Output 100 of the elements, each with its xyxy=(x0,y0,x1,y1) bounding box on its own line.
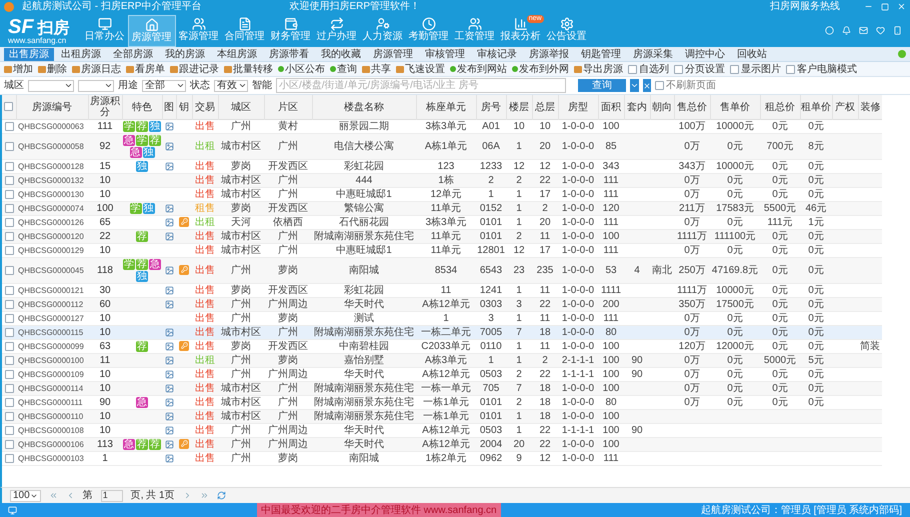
column-header[interactable]: 售单价 xyxy=(710,95,760,120)
row-checkbox[interactable] xyxy=(4,142,14,151)
table-cell[interactable]: QHBCSG0000045 xyxy=(16,258,88,284)
status-icon[interactable] xyxy=(825,26,834,35)
row-checkbox[interactable] xyxy=(4,122,14,131)
photo-icon[interactable] xyxy=(164,122,174,131)
option-checkbox[interactable] xyxy=(628,64,637,74)
use-select[interactable]: 全部 xyxy=(142,80,186,92)
toolbar-button[interactable]: 发布到网站 xyxy=(450,62,507,76)
refresh-icon[interactable] xyxy=(216,491,226,500)
column-header[interactable]: 交易 xyxy=(192,95,218,120)
row-checkbox[interactable] xyxy=(4,370,14,379)
toolbar-button[interactable]: 删除 xyxy=(38,62,67,76)
row-checkbox[interactable] xyxy=(4,246,14,255)
plugin-icon[interactable] xyxy=(898,50,906,58)
photo-icon[interactable] xyxy=(164,454,174,463)
phone-icon[interactable] xyxy=(893,26,902,35)
tab[interactable]: 钥匙管理 xyxy=(576,48,626,60)
toolbar-button[interactable]: 共享 xyxy=(362,62,391,76)
photo-icon[interactable] xyxy=(164,356,174,365)
row-checkbox[interactable] xyxy=(4,162,14,171)
photo-icon[interactable] xyxy=(164,398,174,407)
photo-icon[interactable] xyxy=(164,426,174,435)
table-cell[interactable]: QHBCSG0000127 xyxy=(16,312,88,326)
table-cell[interactable]: QHBCSG0000058 xyxy=(16,134,88,160)
table-cell[interactable]: QHBCSG0000120 xyxy=(16,230,88,244)
row-checkbox[interactable] xyxy=(4,412,14,421)
table-cell[interactable]: QHBCSG0000129 xyxy=(16,244,88,258)
column-header[interactable]: 栋座单元 xyxy=(416,95,476,120)
toolbar-button[interactable]: 跟进记录 xyxy=(170,62,219,76)
row-checkbox[interactable] xyxy=(4,384,14,393)
table-cell[interactable]: QHBCSG0000109 xyxy=(16,368,88,382)
page-size-select[interactable]: 100 xyxy=(10,490,41,502)
column-header[interactable]: 装修 xyxy=(858,95,882,120)
table-cell[interactable]: QHBCSG0000115 xyxy=(16,326,88,340)
row-checkbox[interactable] xyxy=(4,356,14,365)
column-header[interactable]: 面积 xyxy=(598,95,624,120)
bell-icon[interactable] xyxy=(842,26,851,35)
column-header[interactable]: 城区 xyxy=(218,95,264,120)
toolbar-button[interactable]: 飞速设置 xyxy=(396,62,445,76)
key-icon[interactable] xyxy=(179,216,189,227)
row-checkbox[interactable] xyxy=(4,314,14,323)
row-checkbox[interactable] xyxy=(4,286,14,295)
column-header[interactable]: 图 xyxy=(162,95,176,120)
toolbar-button[interactable]: 增加 xyxy=(4,62,33,76)
column-header[interactable]: 房源积分 xyxy=(88,95,122,120)
column-header[interactable]: 钥 xyxy=(176,95,192,120)
column-header[interactable]: 朝向 xyxy=(650,95,674,120)
row-checkbox[interactable] xyxy=(4,218,14,227)
column-header[interactable]: 特色 xyxy=(122,95,162,120)
option-checkbox[interactable] xyxy=(786,64,795,74)
tab[interactable]: 审核记录 xyxy=(472,48,522,60)
status-select[interactable]: 有效 xyxy=(214,80,248,92)
column-header[interactable]: 楼层 xyxy=(506,95,532,120)
column-header[interactable]: 房型 xyxy=(558,95,598,120)
search-button[interactable]: 查询 xyxy=(578,79,626,92)
photo-icon[interactable] xyxy=(164,300,174,309)
table-cell[interactable]: QHBCSG0000106 xyxy=(16,438,88,452)
table-cell[interactable]: QHBCSG0000128 xyxy=(16,160,88,174)
column-header[interactable]: 产权 xyxy=(832,95,858,120)
column-header[interactable]: 房源编号 xyxy=(16,95,88,120)
table-cell[interactable]: QHBCSG0000099 xyxy=(16,340,88,354)
mail-icon[interactable] xyxy=(859,26,868,35)
option-checkbox[interactable] xyxy=(730,64,739,74)
toolbar-button[interactable]: 发布到外网 xyxy=(512,62,569,76)
photo-icon[interactable] xyxy=(164,142,174,151)
photo-icon[interactable] xyxy=(164,286,174,295)
table-cell[interactable]: QHBCSG0000112 xyxy=(16,298,88,312)
select-all-checkbox[interactable] xyxy=(4,102,14,112)
table-cell[interactable]: QHBCSG0000132 xyxy=(16,174,88,188)
tab[interactable]: 房源举报 xyxy=(524,48,574,60)
photo-icon[interactable] xyxy=(164,162,174,171)
tab[interactable]: 我的收藏 xyxy=(316,48,366,60)
table-cell[interactable]: QHBCSG0000074 xyxy=(16,202,88,216)
tab[interactable]: 调控中心 xyxy=(680,48,730,60)
photo-icon[interactable] xyxy=(164,218,174,227)
row-checkbox[interactable] xyxy=(4,398,14,407)
row-checkbox[interactable] xyxy=(4,440,14,449)
option-checkbox[interactable] xyxy=(674,64,683,74)
column-header[interactable]: 租单价 xyxy=(800,95,832,120)
last-page-icon[interactable] xyxy=(200,491,209,500)
tab[interactable]: 出售房源 xyxy=(4,48,54,60)
heart-icon[interactable] xyxy=(876,26,885,35)
table-cell[interactable]: QHBCSG0000130 xyxy=(16,188,88,202)
tab[interactable]: 本组房源 xyxy=(212,48,262,60)
row-checkbox[interactable] xyxy=(4,204,14,213)
tab[interactable]: 全部房源 xyxy=(108,48,158,60)
key-icon[interactable] xyxy=(179,264,189,275)
row-checkbox[interactable] xyxy=(4,190,14,199)
key-icon[interactable] xyxy=(179,340,189,351)
row-checkbox[interactable] xyxy=(4,342,14,351)
table-cell[interactable]: QHBCSG0000114 xyxy=(16,382,88,396)
tab[interactable]: 出租房源 xyxy=(56,48,106,60)
photo-icon[interactable] xyxy=(164,266,174,275)
table-cell[interactable]: QHBCSG0000111 xyxy=(16,396,88,410)
tab[interactable]: 房源管理 xyxy=(368,48,418,60)
close-icon[interactable] xyxy=(897,2,906,11)
search-field[interactable]: 小区/楼盘/街道/单元/房源编号/电话/业主 房号 xyxy=(276,78,566,93)
table-cell[interactable]: QHBCSG0000103 xyxy=(16,452,88,466)
computer-icon[interactable] xyxy=(8,506,17,514)
